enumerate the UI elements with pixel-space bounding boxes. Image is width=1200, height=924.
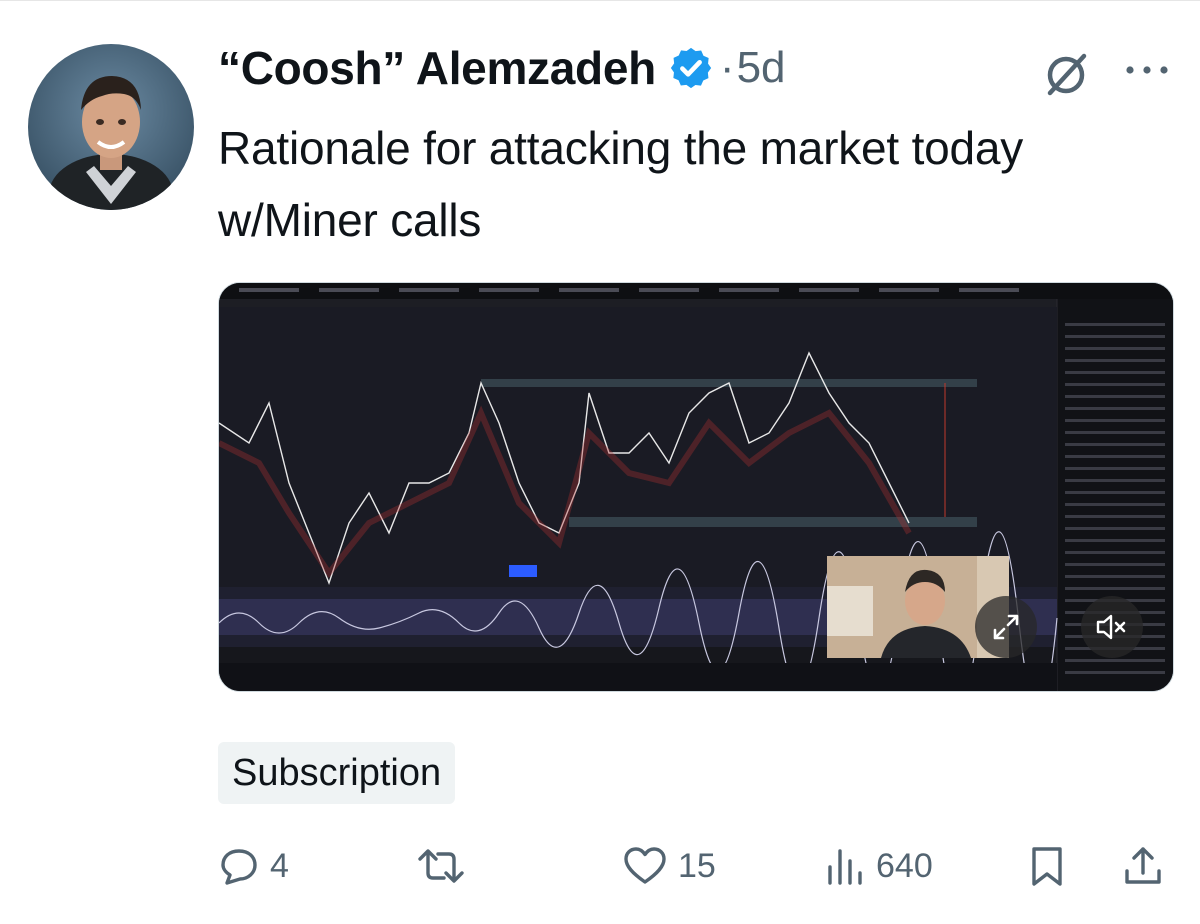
grok-icon[interactable] bbox=[1040, 48, 1092, 100]
tweet-header: “Coosh” Alemzadeh · 5d bbox=[218, 38, 786, 98]
timestamp[interactable]: 5d bbox=[737, 43, 786, 93]
more-options-icon[interactable] bbox=[1122, 60, 1172, 80]
bookmark-button[interactable] bbox=[1026, 836, 1068, 896]
share-icon bbox=[1125, 847, 1161, 884]
bookmark-icon bbox=[1032, 847, 1062, 886]
top-divider bbox=[0, 0, 1200, 1]
verified-badge-icon bbox=[670, 47, 712, 89]
like-count: 15 bbox=[678, 846, 716, 885]
views-chart-icon bbox=[828, 849, 862, 885]
subscription-label[interactable]: Subscription bbox=[218, 742, 456, 804]
separator-dot: · bbox=[719, 43, 735, 92]
expand-icon bbox=[993, 614, 1019, 640]
author-name[interactable]: “Coosh” Alemzadeh bbox=[218, 41, 656, 95]
reply-button[interactable]: 4 bbox=[218, 836, 289, 896]
share-button[interactable] bbox=[1122, 836, 1164, 896]
reply-icon bbox=[221, 849, 257, 885]
like-button[interactable]: 15 bbox=[622, 836, 716, 896]
view-count: 640 bbox=[876, 846, 933, 885]
avatar[interactable] bbox=[28, 44, 194, 210]
retweet-button[interactable] bbox=[416, 836, 476, 896]
video-media[interactable] bbox=[218, 282, 1174, 692]
views-button[interactable]: 640 bbox=[824, 836, 933, 896]
tweet-text: Rationale for attacking the market today… bbox=[218, 122, 1024, 246]
muted-speaker-icon bbox=[1096, 614, 1126, 640]
heart-icon bbox=[624, 847, 666, 884]
expand-button[interactable] bbox=[975, 596, 1037, 658]
action-bar: 4 15 640 bbox=[218, 836, 1178, 896]
reply-count: 4 bbox=[270, 846, 289, 885]
mute-button[interactable] bbox=[1081, 596, 1143, 658]
retweet-icon bbox=[418, 849, 464, 883]
